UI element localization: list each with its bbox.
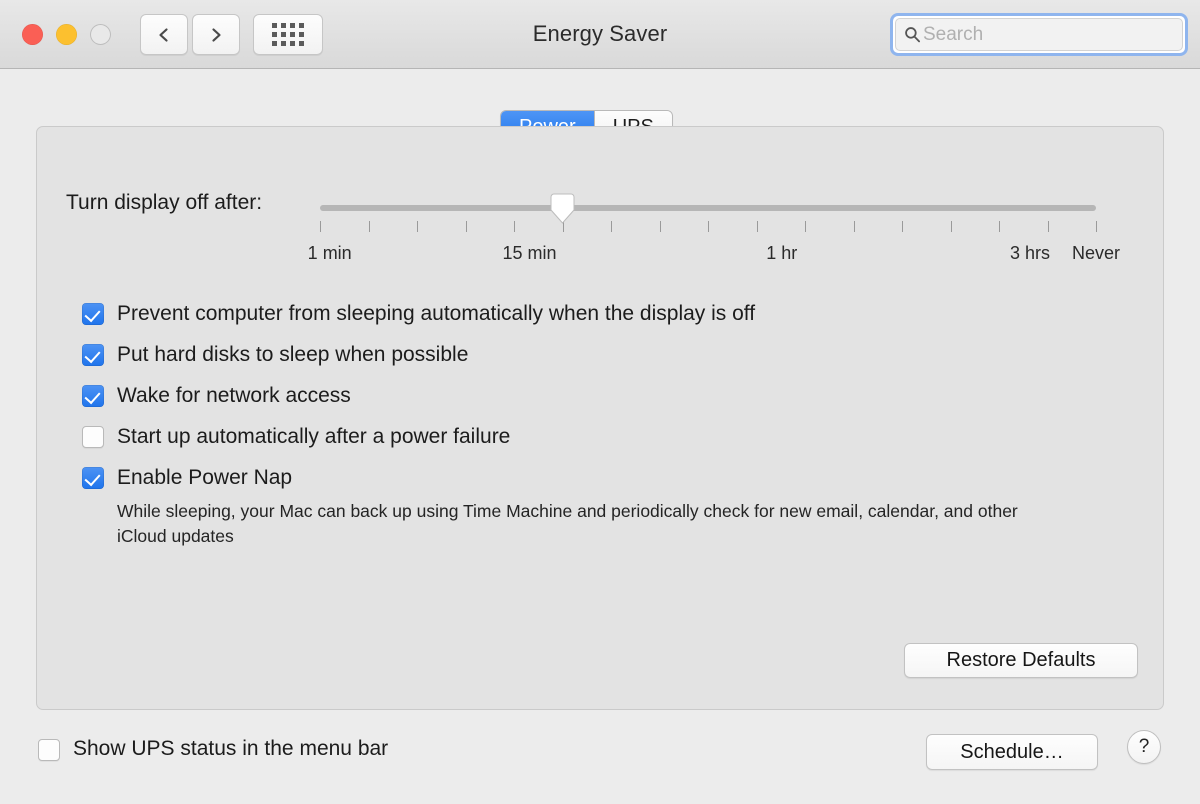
show-ups-status-checkbox[interactable] xyxy=(38,739,60,761)
search-icon xyxy=(905,27,921,43)
wake-network-label: Wake for network access xyxy=(117,384,351,407)
power-nap-description: While sleeping, your Mac can back up usi… xyxy=(117,501,1018,546)
startup-after-failure-checkbox[interactable] xyxy=(82,426,104,448)
slider-tick xyxy=(514,221,515,232)
slider-thumb-shape xyxy=(550,193,575,224)
slider-tick-label: 15 min xyxy=(502,243,557,263)
slider-tick xyxy=(659,221,661,232)
power-nap-checkbox[interactable] xyxy=(82,467,104,489)
startup-after-failure-label: Start up automatically after a power fai… xyxy=(117,425,511,448)
slider-tick xyxy=(950,221,952,232)
slider-tick-label: 1 hr xyxy=(766,243,798,263)
window-titlebar: Energy Saver Search xyxy=(0,0,1200,69)
slider-tick-label: 1 min xyxy=(307,243,352,263)
prevent-sleep-label: Prevent computer from sleeping automatic… xyxy=(117,302,756,325)
prevent-sleep-checkbox[interactable] xyxy=(82,303,104,325)
slider-tick xyxy=(320,221,321,232)
display-sleep-slider-track[interactable] xyxy=(320,205,1096,211)
show-ups-status-row[interactable]: Show UPS status in the menu bar xyxy=(38,736,388,761)
slider-tick xyxy=(756,221,758,232)
display-sleep-slider-ticks xyxy=(320,221,1097,232)
slider-tick xyxy=(1047,221,1049,232)
slider-tick xyxy=(999,221,1000,232)
schedule-button[interactable]: Schedule… xyxy=(926,734,1098,770)
search-field-inner[interactable]: Search xyxy=(895,18,1183,51)
checkbox-row[interactable]: Put hard disks to sleep when possible xyxy=(82,341,1082,382)
checkbox-row[interactable]: Start up automatically after a power fai… xyxy=(82,423,1082,464)
checkbox-row[interactable]: Prevent computer from sleeping automatic… xyxy=(82,300,1082,341)
help-button[interactable]: ? xyxy=(1127,730,1161,764)
slider-tick-label: Never xyxy=(1071,243,1121,263)
slider-tick xyxy=(368,221,370,232)
slider-tick xyxy=(853,221,855,232)
slider-tick xyxy=(902,221,903,232)
hard-disk-sleep-label: Put hard disks to sleep when possible xyxy=(117,343,469,366)
slider-tick xyxy=(805,221,806,232)
power-options-list: Prevent computer from sleeping automatic… xyxy=(82,300,1082,505)
slider-tick xyxy=(611,221,612,232)
slider-tick-label: 3 hrs xyxy=(1010,243,1051,263)
search-input-placeholder: Search xyxy=(923,23,984,45)
show-ups-status-label: Show UPS status in the menu bar xyxy=(73,736,389,760)
display-sleep-slider-thumb[interactable] xyxy=(550,193,575,224)
wake-network-checkbox[interactable] xyxy=(82,385,104,407)
slider-tick xyxy=(708,221,709,232)
display-sleep-slider-label: Turn display off after: xyxy=(66,191,263,214)
slider-tick xyxy=(417,221,418,232)
checkbox-row[interactable]: Wake for network access xyxy=(82,382,1082,423)
hard-disk-sleep-checkbox[interactable] xyxy=(82,344,104,366)
restore-defaults-button[interactable]: Restore Defaults xyxy=(904,643,1138,678)
slider-tick xyxy=(1096,221,1097,232)
power-nap-label: Enable Power Nap xyxy=(117,466,293,489)
display-sleep-slider-labels: 1 min 15 min 1 hr 3 hrs Never xyxy=(0,243,1200,267)
slider-tick xyxy=(465,221,467,232)
search-field[interactable]: Search xyxy=(890,13,1188,56)
